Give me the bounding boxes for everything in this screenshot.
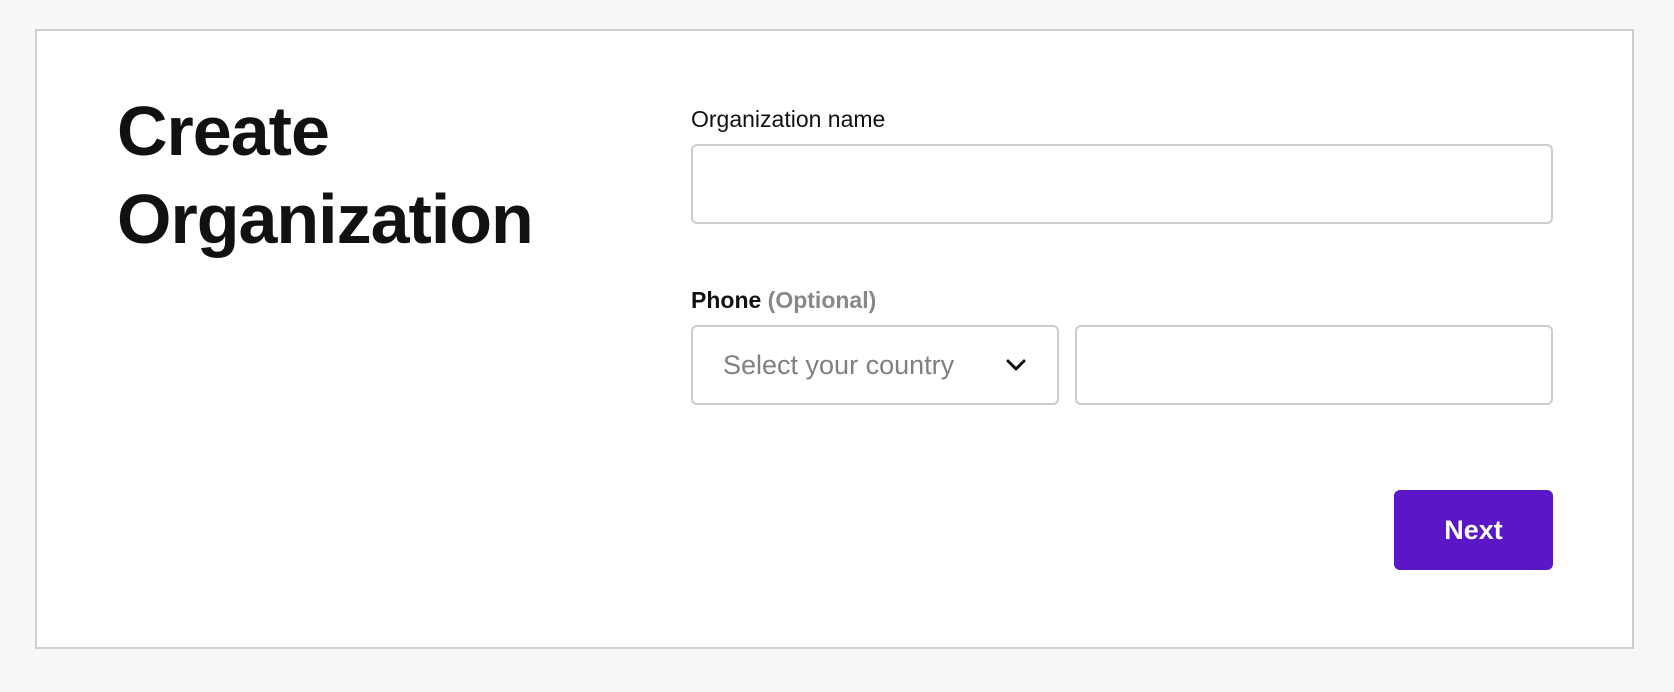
optional-hint: (Optional) xyxy=(767,287,877,313)
create-organization-card: Create Organization Organization name Ph… xyxy=(35,29,1634,649)
phone-label: Phone (Optional) xyxy=(691,286,876,314)
organization-name-label: Organization name xyxy=(691,106,886,132)
chevron-down-icon xyxy=(1005,354,1027,376)
next-button[interactable]: Next xyxy=(1394,490,1553,570)
country-select[interactable]: Select your country xyxy=(691,325,1059,405)
page-title: Create Organization xyxy=(117,92,534,258)
organization-name-input[interactable] xyxy=(691,144,1553,224)
country-select-placeholder: Select your country xyxy=(723,349,955,380)
phone-label-text: Phone xyxy=(691,287,762,313)
phone-number-input[interactable] xyxy=(1075,325,1553,405)
